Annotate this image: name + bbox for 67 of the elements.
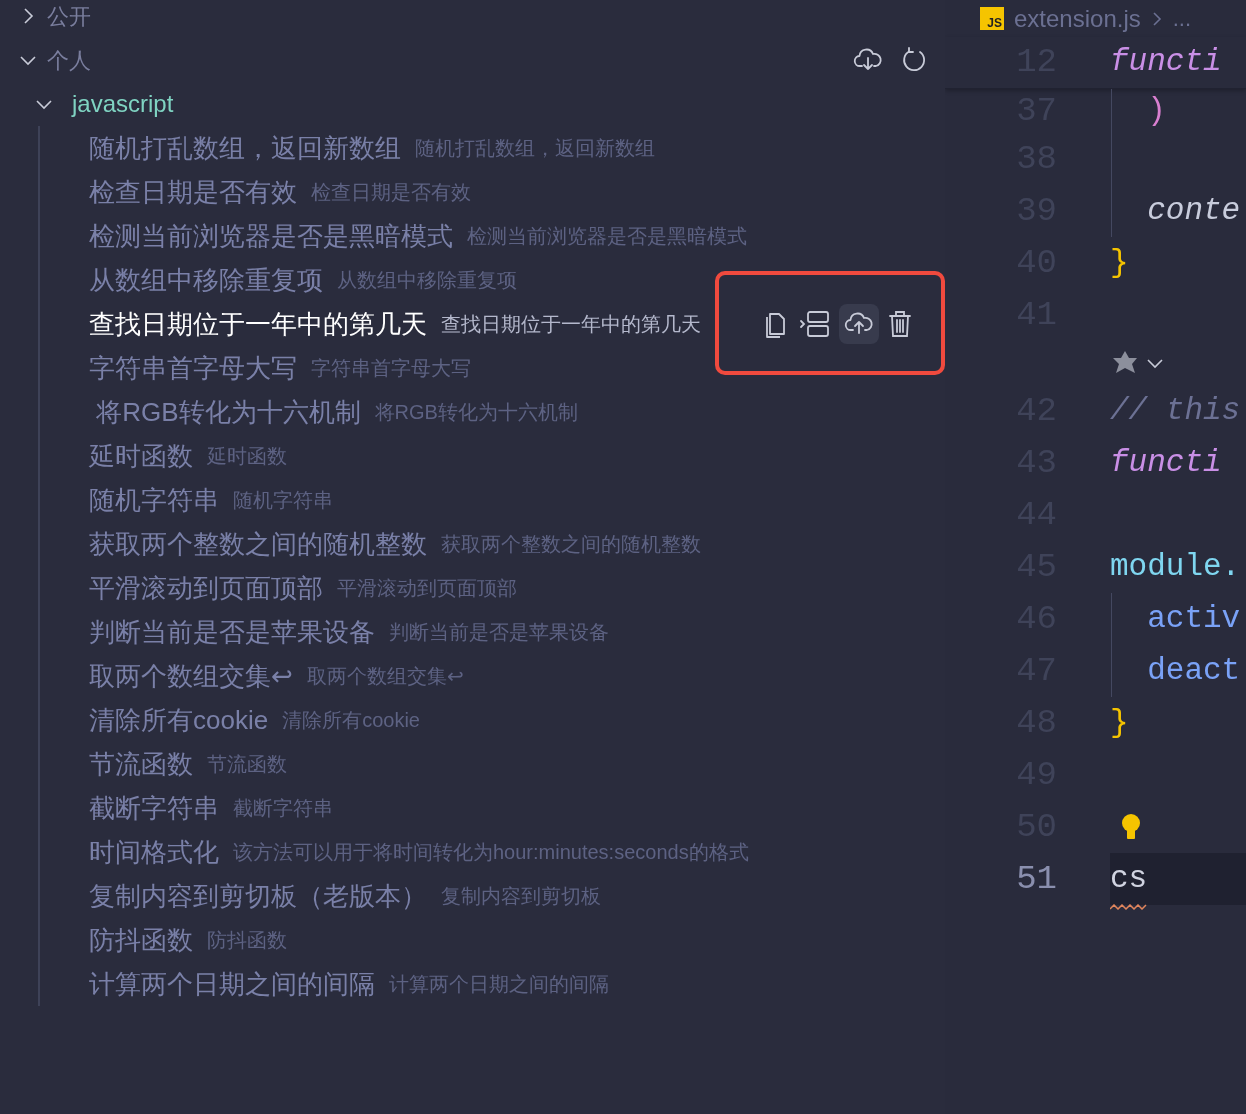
snippet-description: 随机打乱数组，返回新数组 <box>415 136 655 161</box>
breadcrumb-more[interactable]: ... <box>1172 2 1192 35</box>
code-text: conte <box>1146 191 1241 230</box>
snippet-title[interactable]: 时间格式化 <box>89 832 219 872</box>
snippet-description: 平滑滚动到页面顶部 <box>337 576 517 601</box>
chevron-right-icon <box>1150 9 1163 28</box>
code-text: cs <box>1110 855 1148 903</box>
snippet-description: 该方法可以用于将时间转化为hour:minutes:seconds的格式 <box>233 840 749 865</box>
breadcrumb-file[interactable]: extension.js <box>1014 0 1141 37</box>
trash-icon[interactable] <box>887 309 913 339</box>
snippet-title[interactable]: 平滑滚动到页面顶部 <box>89 568 323 608</box>
upload-button[interactable] <box>839 304 879 344</box>
snippet-title[interactable]: 获取两个整数之间的随机整数 <box>89 524 427 564</box>
code-text: ) <box>1146 91 1166 130</box>
snippet-description: 截断字符串 <box>233 796 333 821</box>
snippet-description: 防抖函数 <box>207 928 287 953</box>
snippet-description: 取两个数组交集↩ <box>307 664 464 689</box>
code-text: // this <box>1110 391 1241 430</box>
snippet-description: 检测当前浏览器是否是黑暗模式 <box>467 224 747 249</box>
squiggle-underline <box>1110 904 1150 911</box>
code-text: module. <box>1110 547 1241 586</box>
snippet-description: 清除所有cookie <box>282 708 420 733</box>
snippet-description: 检查日期是否有效 <box>311 180 471 205</box>
snippet-description: 字符串首字母大写 <box>311 356 471 381</box>
snippet-title[interactable]: 检测当前浏览器是否是黑暗模式 <box>89 216 453 256</box>
snippet-description: 获取两个整数之间的随机整数 <box>441 532 701 557</box>
snippet-description: 将RGB转化为十六机制 <box>374 400 578 425</box>
lightbulb-icon[interactable] <box>1121 813 1141 841</box>
insert-icon[interactable] <box>799 309 831 339</box>
snippet-description: 节流函数 <box>207 752 287 777</box>
code-text: } <box>1110 243 1129 282</box>
snippet-title[interactable]: 防抖函数 <box>89 920 193 960</box>
snippet-description: 计算两个日期之间的间隔 <box>389 972 609 997</box>
snippet-description: 判断当前是否是苹果设备 <box>389 620 609 645</box>
snippet-title[interactable]: 将RGB转化为十六机制 <box>89 392 361 432</box>
section-label[interactable]: 公开 <box>47 0 91 33</box>
snippet-description: 查找日期位于一年中的第几天 <box>441 312 701 337</box>
code-text: deact <box>1146 651 1241 690</box>
code-text: functi <box>1110 443 1222 482</box>
snippet-title[interactable]: 计算两个日期之间的间隔 <box>89 964 375 1004</box>
snippet-title[interactable]: 截断字符串 <box>89 788 219 828</box>
cloud-upload-icon[interactable] <box>844 311 874 337</box>
snippet-title[interactable]: 查找日期位于一年中的第几天 <box>89 304 427 344</box>
snippet-title[interactable]: 判断当前是否是苹果设备 <box>89 612 375 652</box>
snippet-title[interactable]: 随机打乱数组，返回新数组 <box>89 128 401 168</box>
code-text: } <box>1110 703 1129 742</box>
folder-label[interactable]: javascript <box>72 86 174 122</box>
cloud-download-icon[interactable] <box>853 47 883 73</box>
code-text: activ <box>1146 599 1241 638</box>
snippet-title[interactable]: 随机字符串 <box>89 480 219 520</box>
snippet-description: 复制内容到剪切板 <box>441 884 601 909</box>
snippet-title[interactable]: 从数组中移除重复项 <box>89 260 323 300</box>
line-number: 51 <box>1015 858 1057 900</box>
refresh-icon[interactable] <box>901 47 927 73</box>
snippet-title[interactable]: 字符串首字母大写 <box>89 348 297 388</box>
snippet-title[interactable]: 节流函数 <box>89 744 193 784</box>
snippet-title[interactable]: 清除所有cookie <box>89 700 269 740</box>
snippet-title[interactable]: 取两个数组交集↩ <box>89 656 293 696</box>
snippet-description: 延时函数 <box>207 444 287 469</box>
snippet-description: 从数组中移除重复项 <box>337 268 517 293</box>
js-file-badge: JS <box>980 7 1004 30</box>
snippet-description: 随机字符串 <box>233 488 333 513</box>
snippet-title[interactable]: 复制内容到剪切板（老版本） <box>89 876 427 916</box>
snippet-title[interactable]: 延时函数 <box>89 436 193 476</box>
snippet-title[interactable]: 检查日期是否有效 <box>89 172 297 212</box>
section-label[interactable]: 个人 <box>47 43 91 77</box>
code-text: functi <box>1110 43 1222 82</box>
